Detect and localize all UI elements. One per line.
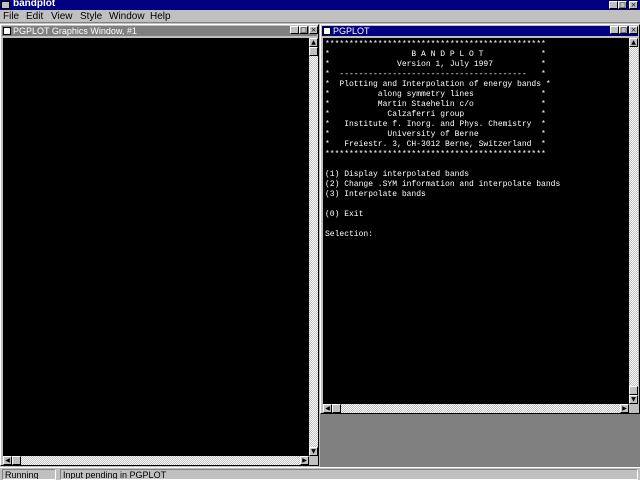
graphics-minimize-button[interactable]: _ xyxy=(290,26,299,34)
console-line: * Calzaferri group * xyxy=(325,110,546,119)
mdi-client-area xyxy=(320,414,640,467)
graphics-vertical-scrollbar[interactable]: ▲ ▼ xyxy=(309,38,318,456)
minimize-button[interactable]: _ xyxy=(609,1,618,9)
console-line: * B A N D P L O T * xyxy=(325,50,546,59)
scroll-thumb[interactable] xyxy=(629,386,638,395)
close-icon: × xyxy=(630,26,637,34)
scroll-thumb[interactable] xyxy=(332,404,341,413)
console-line: (2) Change .SYM information and interpol… xyxy=(325,180,561,189)
console-horizontal-scrollbar[interactable]: ◀ ▶ xyxy=(323,404,629,413)
scroll-down-button[interactable]: ▼ xyxy=(629,395,638,404)
console-window-title: PGPLOT xyxy=(333,26,370,36)
console-line: ****************************************… xyxy=(325,40,546,49)
app-icon[interactable] xyxy=(1,1,10,9)
scroll-up-button[interactable]: ▲ xyxy=(309,38,318,47)
close-icon: × xyxy=(310,26,317,34)
scroll-left-icon: ◀ xyxy=(325,405,330,412)
console-window-title-bar[interactable]: PGPLOT _ □ × xyxy=(322,26,638,36)
console-window[interactable]: PGPLOT _ □ × ***************************… xyxy=(320,24,640,414)
console-line: * Institute f. Inorg. and Phys. Chemistr… xyxy=(325,120,546,129)
window-icon xyxy=(3,27,11,35)
menu-bar: File Edit View Style Window Help xyxy=(0,10,640,23)
console-output: ****************************************… xyxy=(325,40,560,240)
scroll-left-button[interactable]: ◀ xyxy=(3,456,12,465)
graphics-window-title-bar[interactable]: PGPLOT Graphics Window, #1 _ □ × xyxy=(2,26,318,36)
maximize-icon: □ xyxy=(620,26,627,34)
console-line: * University of Berne * xyxy=(325,130,546,139)
graphics-canvas[interactable] xyxy=(3,38,309,456)
app-title: bandplot xyxy=(13,0,56,9)
console-maximize-button[interactable]: □ xyxy=(619,26,628,34)
graphics-maximize-button[interactable]: □ xyxy=(299,26,308,34)
graphics-window-title: PGPLOT Graphics Window, #1 xyxy=(13,26,137,36)
scroll-right-button[interactable]: ▶ xyxy=(300,456,309,465)
scroll-up-icon: ▲ xyxy=(631,39,636,46)
scroll-up-button[interactable]: ▲ xyxy=(629,38,638,47)
close-button[interactable]: × xyxy=(629,1,638,9)
console-line: * Freiestr. 3, CH-3012 Berne, Switzerlan… xyxy=(325,140,546,149)
scroll-right-icon: ▶ xyxy=(302,457,307,464)
scroll-right-button[interactable]: ▶ xyxy=(620,404,629,413)
status-message: Input pending in PGPLOT xyxy=(60,469,638,480)
console-close-button[interactable]: × xyxy=(629,26,638,34)
console-line: * --------------------------------------… xyxy=(325,70,546,79)
scroll-thumb[interactable] xyxy=(12,456,21,465)
scroll-left-icon: ◀ xyxy=(5,457,10,464)
minimize-icon: _ xyxy=(611,1,616,9)
menu-edit[interactable]: Edit xyxy=(26,10,43,23)
maximize-button[interactable]: □ xyxy=(618,1,627,9)
scroll-down-icon: ▼ xyxy=(311,448,316,455)
menu-view[interactable]: View xyxy=(51,10,73,23)
maximize-icon: □ xyxy=(300,26,307,34)
menu-file[interactable]: File xyxy=(3,10,19,23)
graphics-window[interactable]: PGPLOT Graphics Window, #1 _ □ × ▲ ▼ ◀ ▶ xyxy=(0,24,319,466)
app-title-bar[interactable]: bandplot _ □ × xyxy=(0,0,640,10)
scroll-down-icon: ▼ xyxy=(631,396,636,403)
close-icon: × xyxy=(630,1,637,9)
console-line: Selection: xyxy=(325,230,374,239)
console-line: (0) Exit xyxy=(325,210,364,219)
scroll-right-icon: ▶ xyxy=(622,405,627,412)
scroll-thumb[interactable] xyxy=(309,47,318,56)
console-line: * along symmetry lines * xyxy=(325,90,546,99)
maximize-icon: □ xyxy=(619,1,626,9)
scroll-left-button[interactable]: ◀ xyxy=(323,404,332,413)
scroll-up-icon: ▲ xyxy=(311,39,316,46)
console-vertical-scrollbar[interactable]: ▲ ▼ xyxy=(629,38,638,404)
menu-help[interactable]: Help xyxy=(150,10,171,23)
console-line: ****************************************… xyxy=(325,150,546,159)
console-line: * Martin Staehelin c/o * xyxy=(325,100,546,109)
status-bar: Running Input pending in PGPLOT xyxy=(0,467,640,480)
menu-window[interactable]: Window xyxy=(109,10,145,23)
console-line: * Version 1, July 1997 * xyxy=(325,60,546,69)
console-line: (3) Interpolate bands xyxy=(325,190,426,199)
window-icon xyxy=(323,27,331,35)
console-text-area[interactable]: ****************************************… xyxy=(323,38,629,404)
console-minimize-button[interactable]: _ xyxy=(610,26,619,34)
graphics-horizontal-scrollbar[interactable]: ◀ ▶ xyxy=(3,456,309,465)
console-line: (1) Display interpolated bands xyxy=(325,170,470,179)
minimize-icon: _ xyxy=(612,26,617,34)
graphics-close-button[interactable]: × xyxy=(309,26,318,34)
status-state: Running xyxy=(2,469,56,480)
console-line: * Plotting and Interpolation of energy b… xyxy=(325,80,551,89)
minimize-icon: _ xyxy=(292,26,297,34)
scroll-down-button[interactable]: ▼ xyxy=(309,447,318,456)
menu-style[interactable]: Style xyxy=(80,10,102,23)
